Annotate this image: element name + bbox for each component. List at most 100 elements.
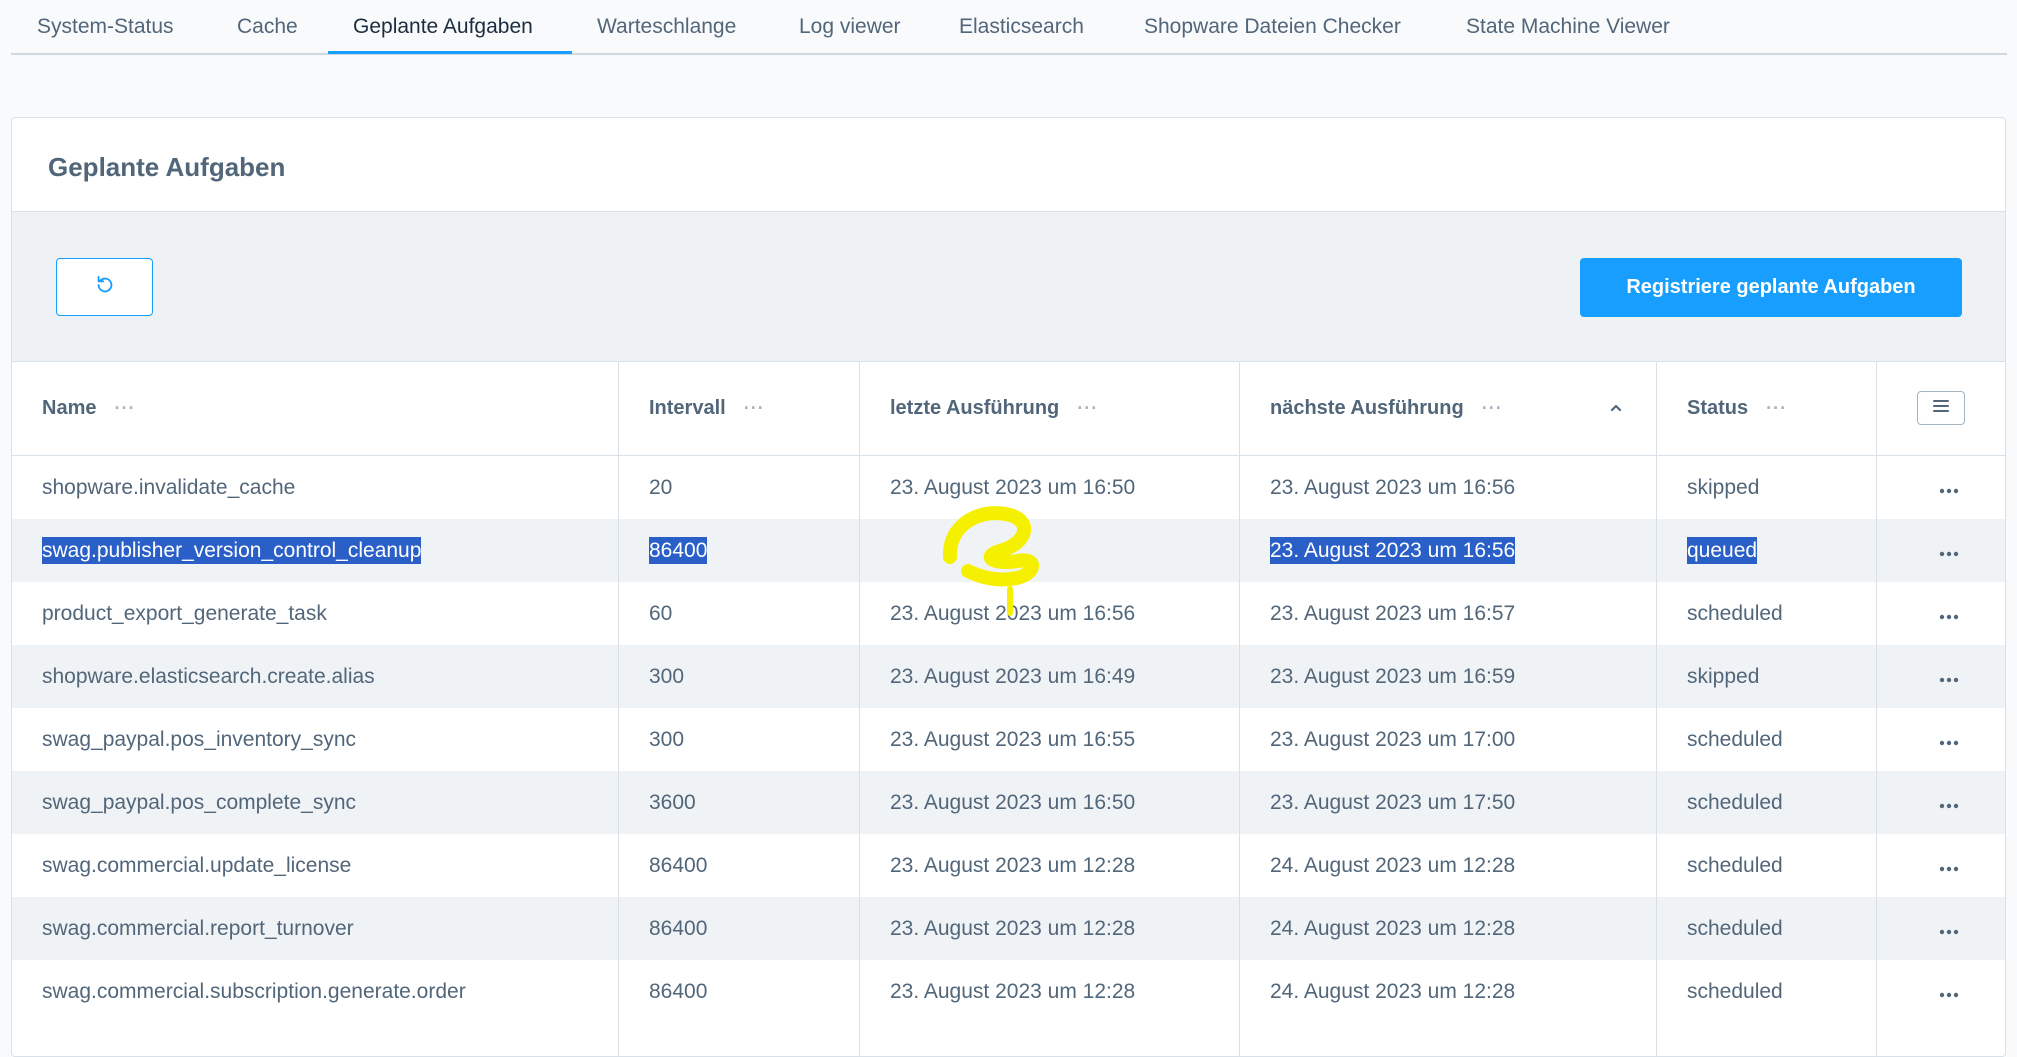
task-name: swag.commercial.subscription.generate.or… xyxy=(42,980,466,1003)
task-last-run: 23. August 2023 um 16:50 xyxy=(890,791,1136,814)
task-last-run-cell: 23. August 2023 um 16:49 xyxy=(890,645,1135,708)
task-last-run: 23. August 2023 um 12:28 xyxy=(890,917,1136,940)
task-next-run: 24. August 2023 um 12:28 xyxy=(1270,854,1516,877)
row-actions-button[interactable] xyxy=(1934,771,1964,834)
task-status-cell: skipped xyxy=(1687,456,1759,519)
task-next-run: 24. August 2023 um 12:28 xyxy=(1270,980,1516,1003)
column-divider xyxy=(859,361,860,1056)
table-row[interactable]: swag_paypal.pos_inventory_sync 300 23. Aug… xyxy=(12,708,2005,771)
row-actions-button[interactable] xyxy=(1934,582,1964,645)
task-next-run: 23. August 2023 um 17:50 xyxy=(1270,791,1516,814)
tab-file-checker[interactable]: Shopware Dateien Checker xyxy=(1144,0,1401,55)
tab-queue[interactable]: Warteschlange xyxy=(597,0,736,55)
hamburger-menu-icon xyxy=(1931,399,1951,418)
sort-ascending-icon[interactable] xyxy=(1608,400,1624,416)
task-status-cell: scheduled xyxy=(1687,582,1783,645)
card-title: Geplante Aufgaben xyxy=(48,152,286,182)
task-next-run: 23. August 2023 um 16:56 xyxy=(1270,537,1516,564)
task-name: swag_paypal.pos_inventory_sync xyxy=(42,728,357,751)
task-next-run: 23. August 2023 um 16:57 xyxy=(1270,602,1516,625)
task-last-run: 23. August 2023 um 16:50 xyxy=(890,476,1136,499)
task-last-run-cell: 23. August 2023 um 16:50 xyxy=(890,456,1135,519)
task-interval: 20 xyxy=(649,476,673,499)
task-next-run: 23. August 2023 um 17:00 xyxy=(1270,728,1516,751)
table-row[interactable]: swag.commercial.subscription.generate.or… xyxy=(12,960,2005,1023)
row-actions-button[interactable] xyxy=(1934,456,1964,519)
refresh-button[interactable] xyxy=(56,258,153,316)
column-header-next-run[interactable]: nächste Ausführung ··· xyxy=(1270,362,1503,455)
task-next-run: 23. August 2023 um 16:59 xyxy=(1270,665,1516,688)
task-status: scheduled xyxy=(1687,917,1783,940)
column-header-status[interactable]: Status ··· xyxy=(1687,362,1787,455)
column-menu-icon[interactable]: ··· xyxy=(1077,398,1098,419)
column-header-interval[interactable]: Intervall ··· xyxy=(649,362,765,455)
column-header-last-run-label: letzte Ausführung xyxy=(890,397,1060,419)
tab-cache[interactable]: Cache xyxy=(237,0,298,55)
more-options-icon xyxy=(1939,476,1959,500)
refresh-icon xyxy=(94,274,116,301)
table-row[interactable]: swag_paypal.pos_complete_sync 3600 23. Aug… xyxy=(12,771,2005,834)
task-interval: 86400 xyxy=(649,537,708,564)
task-next-run: 23. August 2023 um 16:56 xyxy=(1270,476,1516,499)
task-name: shopware.elasticsearch.create.alias xyxy=(42,665,375,688)
column-menu-icon[interactable]: ··· xyxy=(1482,398,1503,419)
register-scheduled-tasks-button[interactable]: Registriere geplante Aufgaben xyxy=(1580,258,1962,317)
tab-state-machine-viewer[interactable]: State Machine Viewer xyxy=(1466,0,1670,55)
task-interval-cell: 3600 xyxy=(649,771,696,834)
table-row[interactable]: swag.commercial.update_license 86400 23. A… xyxy=(12,834,2005,897)
card-toolbar: Registriere geplante Aufgaben xyxy=(12,211,2005,361)
task-status-cell: skipped xyxy=(1687,645,1759,708)
table-row[interactable]: swag.commercial.report_turnover 86400 23. … xyxy=(12,897,2005,960)
task-interval-cell: 86400 xyxy=(649,897,707,960)
task-name: swag_paypal.pos_complete_sync xyxy=(42,791,357,814)
column-menu-icon[interactable]: ··· xyxy=(744,398,765,419)
more-options-icon xyxy=(1939,602,1959,626)
row-actions-button[interactable] xyxy=(1934,960,1964,1023)
task-name: swag.commercial.update_license xyxy=(42,854,352,877)
tab-elasticsearch[interactable]: Elasticsearch xyxy=(959,0,1084,55)
task-last-run: 23. August 2023 um 12:28 xyxy=(890,980,1136,1003)
task-last-run-cell: 23. August 2023 um 12:28 xyxy=(890,897,1135,960)
task-status-cell: scheduled xyxy=(1687,771,1783,834)
more-options-icon xyxy=(1939,791,1959,815)
grid-settings-button[interactable] xyxy=(1917,391,1965,425)
table-row[interactable]: shopware.invalidate_cache 20 23. August 20… xyxy=(12,456,2005,519)
task-interval-cell: 20 xyxy=(649,456,672,519)
table-row[interactable]: product_export_generate_task 60 23. August… xyxy=(12,582,2005,645)
column-header-name[interactable]: Name ··· xyxy=(42,362,135,455)
task-next-run-cell: 23. August 2023 um 16:56 xyxy=(1270,456,1515,519)
grid-body: shopware.invalidate_cache 20 23. August 20… xyxy=(12,456,2005,1023)
task-next-run: 24. August 2023 um 12:28 xyxy=(1270,917,1516,940)
column-header-last-run[interactable]: letzte Ausführung ··· xyxy=(890,362,1098,455)
task-status: scheduled xyxy=(1687,980,1783,1003)
more-options-icon xyxy=(1939,917,1959,941)
task-interval-cell: 300 xyxy=(649,708,684,771)
column-divider xyxy=(618,361,619,1056)
active-tab-indicator xyxy=(328,51,572,54)
row-actions-button[interactable] xyxy=(1934,645,1964,708)
row-actions-button[interactable] xyxy=(1934,708,1964,771)
column-header-name-label: Name xyxy=(42,397,97,419)
tab-log-viewer[interactable]: Log viewer xyxy=(799,0,901,55)
column-header-next-run-label: nächste Ausführung xyxy=(1270,397,1464,419)
tab-scheduled-tasks[interactable]: Geplante Aufgaben xyxy=(353,0,533,55)
task-name-cell: swag.commercial.report_turnover xyxy=(42,897,354,960)
row-actions-button[interactable] xyxy=(1934,519,1964,582)
grid-header: Name ··· Intervall ··· letzte Ausführung… xyxy=(12,361,2005,456)
column-divider xyxy=(1239,361,1240,1056)
column-menu-icon[interactable]: ··· xyxy=(1766,398,1787,419)
task-last-run-cell: 23. August 2023 um 12:28 xyxy=(890,834,1135,897)
more-options-icon xyxy=(1939,539,1959,563)
column-menu-icon[interactable]: ··· xyxy=(114,398,135,419)
task-name-cell: shopware.invalidate_cache xyxy=(42,456,295,519)
row-actions-button[interactable] xyxy=(1934,834,1964,897)
tab-system-status[interactable]: System-Status xyxy=(37,0,174,55)
row-actions-button[interactable] xyxy=(1934,897,1964,960)
task-name: product_export_generate_task xyxy=(42,602,327,625)
task-interval-cell: 300 xyxy=(649,645,684,708)
table-row[interactable]: swag.publisher_version_control_cleanup 86… xyxy=(12,519,2005,582)
task-status: skipped xyxy=(1687,665,1760,688)
task-status-cell: scheduled xyxy=(1687,897,1783,960)
table-row[interactable]: shopware.elasticsearch.create.alias 300 23… xyxy=(12,645,2005,708)
task-name-cell: swag_paypal.pos_inventory_sync xyxy=(42,708,356,771)
